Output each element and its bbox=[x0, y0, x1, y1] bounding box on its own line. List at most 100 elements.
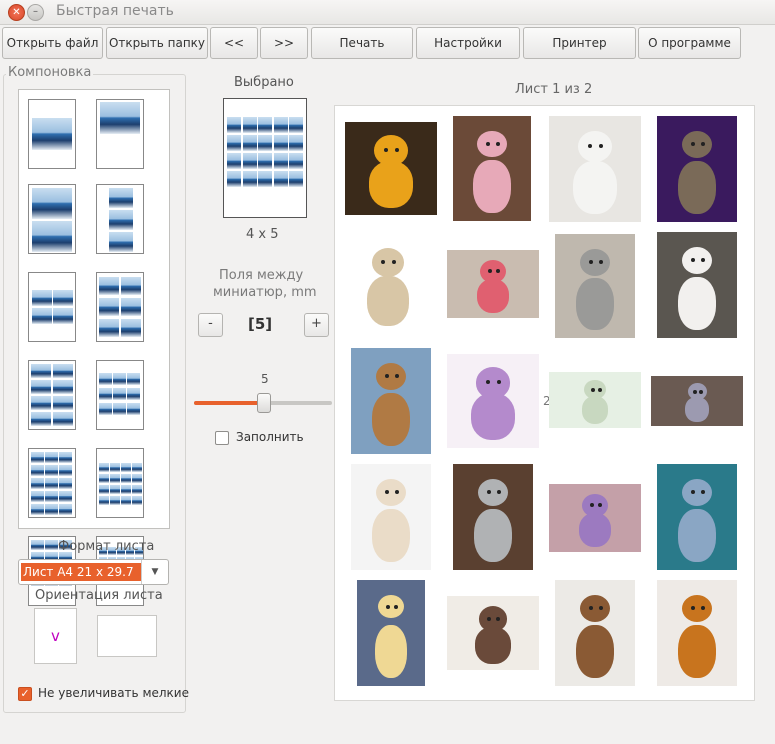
grey-bear-photo[interactable] bbox=[555, 234, 635, 338]
settings-button[interactable]: Настройки bbox=[416, 27, 520, 59]
toy-eye bbox=[384, 374, 389, 379]
toy-head bbox=[375, 362, 407, 391]
pink-bear-heart-photo[interactable] bbox=[453, 116, 531, 221]
selected-grid-cell bbox=[258, 153, 273, 169]
margins-increase-button[interactable]: + bbox=[304, 313, 329, 337]
grey-bears-row-photo[interactable] bbox=[651, 376, 743, 426]
toy-eye bbox=[700, 490, 705, 495]
toy-eye bbox=[597, 387, 602, 392]
mini-bears-photo[interactable] bbox=[549, 372, 641, 428]
layout-option-4x4[interactable] bbox=[96, 448, 144, 518]
toy-eye bbox=[487, 269, 492, 274]
toy-head bbox=[478, 606, 508, 632]
next-button[interactable]: >> bbox=[260, 27, 308, 59]
toy-head bbox=[577, 130, 613, 163]
grey-bear-sign-photo[interactable] bbox=[453, 464, 533, 570]
layout-option-2x3[interactable] bbox=[96, 272, 144, 342]
layout-list[interactable] bbox=[18, 89, 170, 606]
sheet-format-select[interactable]: Лист А4 21 x 29.7 ▼ bbox=[18, 559, 169, 585]
selected-grid-cell bbox=[289, 171, 304, 187]
selected-grid-cell bbox=[242, 153, 257, 169]
layout-option-1x1[interactable] bbox=[28, 99, 76, 169]
toy-eye bbox=[486, 141, 491, 146]
bear-couple-photo[interactable] bbox=[447, 596, 539, 670]
toy-figure bbox=[581, 395, 609, 424]
layout-group-title: Компоновка bbox=[6, 65, 94, 80]
selected-label: Выбрано bbox=[234, 75, 294, 90]
purple-bears-pair-photo[interactable] bbox=[549, 484, 641, 552]
about-button[interactable]: О программе bbox=[638, 27, 741, 59]
selected-grid-cell bbox=[273, 171, 288, 187]
layout-option-2x2[interactable] bbox=[28, 272, 76, 342]
toy-figure bbox=[677, 508, 717, 562]
layout-option-1x1-top[interactable] bbox=[96, 99, 144, 169]
purple-bear-tutu-photo[interactable] bbox=[447, 354, 539, 448]
brown-bear-bow-photo[interactable] bbox=[351, 348, 431, 454]
printer-button[interactable]: Принтер bbox=[523, 27, 636, 59]
toy-eye bbox=[391, 260, 396, 265]
blue-bear-photo[interactable] bbox=[657, 464, 737, 570]
toy-eye bbox=[690, 606, 695, 611]
layout-option-1x3[interactable] bbox=[96, 184, 144, 254]
toy-figure bbox=[470, 393, 516, 441]
selected-grid-cell bbox=[227, 171, 241, 187]
toy-figure bbox=[374, 624, 408, 678]
toy-eye bbox=[598, 260, 603, 265]
toy-head bbox=[681, 246, 713, 275]
no-upscale-checkbox[interactable]: ✓ bbox=[18, 687, 32, 701]
toy-eye bbox=[384, 148, 388, 153]
selected-grid-cell bbox=[273, 135, 288, 151]
white-bear-photo[interactable] bbox=[657, 232, 737, 338]
orientation-portrait[interactable]: v bbox=[34, 608, 77, 664]
ginger-bear-photo[interactable] bbox=[657, 580, 737, 686]
brown-bear-scarf-photo[interactable] bbox=[555, 580, 635, 686]
close-icon[interactable]: ✕ bbox=[8, 4, 25, 21]
selected-grid-cell bbox=[227, 117, 241, 133]
toy-head bbox=[373, 135, 409, 167]
cream-bear-dress-photo[interactable] bbox=[351, 464, 431, 570]
sun-toy-photo[interactable] bbox=[345, 122, 437, 215]
toy-figure bbox=[677, 276, 717, 330]
orientation-label: Ориентация листа bbox=[35, 588, 163, 603]
prev-button[interactable]: << bbox=[210, 27, 258, 59]
selected-grid-cell bbox=[242, 117, 257, 133]
selected-grid-cell bbox=[242, 135, 257, 151]
yellow-bear-photo[interactable] bbox=[357, 580, 425, 686]
fill-checkbox[interactable] bbox=[215, 431, 229, 445]
toy-eye bbox=[700, 142, 705, 147]
toy-figure bbox=[578, 512, 612, 547]
print-button[interactable]: Печать bbox=[311, 27, 413, 59]
open-folder-button[interactable]: Открыть папку bbox=[106, 27, 208, 59]
pink-bear-photo[interactable] bbox=[447, 250, 539, 318]
panda-dress-photo[interactable] bbox=[549, 116, 641, 222]
toy-head bbox=[378, 594, 404, 619]
toy-eye bbox=[395, 148, 400, 153]
chevron-down-icon[interactable]: ▼ bbox=[141, 560, 168, 584]
sheet-format-label: Формат листа bbox=[58, 539, 155, 554]
selected-layout-preview bbox=[223, 98, 307, 218]
layout-option-3x5[interactable] bbox=[28, 448, 76, 518]
toy-figure bbox=[475, 627, 511, 665]
toy-figure bbox=[677, 624, 717, 678]
fill-label: Заполнить bbox=[236, 430, 304, 444]
toy-figure bbox=[572, 160, 618, 214]
minimize-icon[interactable]: – bbox=[27, 4, 44, 21]
toy-eye bbox=[487, 617, 492, 622]
toy-eye bbox=[598, 606, 603, 611]
toy-head bbox=[579, 248, 611, 276]
toy-head bbox=[475, 367, 511, 399]
panda-collage-photo[interactable] bbox=[657, 116, 737, 222]
margins-decrease-button[interactable]: - bbox=[198, 313, 223, 337]
toy-figure bbox=[575, 624, 615, 678]
open-file-button[interactable]: Открыть файл bbox=[2, 27, 103, 59]
orientation-landscape[interactable] bbox=[97, 615, 157, 657]
margins-slider-handle[interactable] bbox=[257, 393, 271, 413]
layout-option-3x3[interactable] bbox=[96, 360, 144, 430]
layout-option-2x4[interactable] bbox=[28, 360, 76, 430]
toy-eye bbox=[588, 144, 592, 149]
toy-eye bbox=[690, 258, 695, 263]
layout-option-1x2[interactable] bbox=[28, 184, 76, 254]
toy-figure bbox=[476, 278, 510, 313]
siamese-cat-photo[interactable] bbox=[345, 234, 431, 334]
toy-head bbox=[681, 594, 713, 623]
